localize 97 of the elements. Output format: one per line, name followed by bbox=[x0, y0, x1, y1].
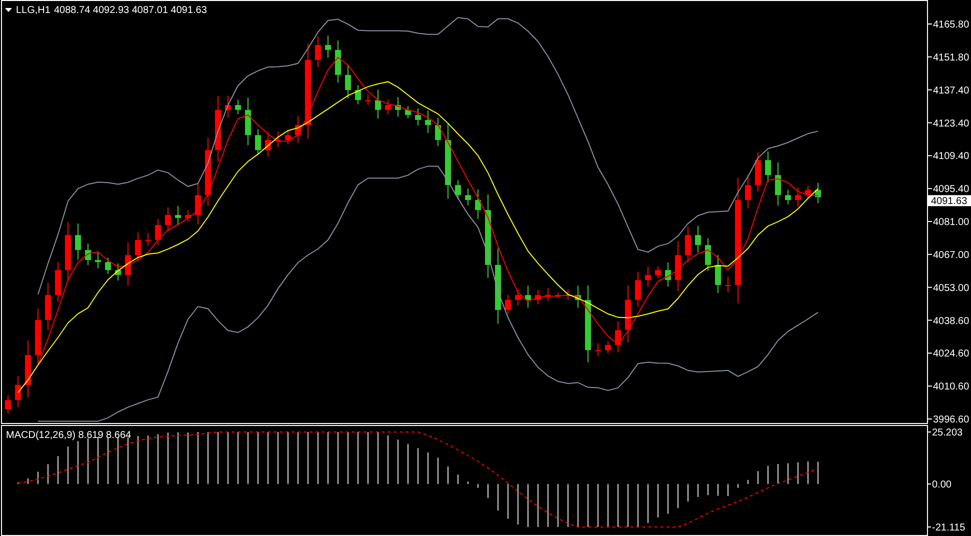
candlestick bbox=[85, 243, 91, 266]
candlestick bbox=[335, 40, 341, 84]
price-axis-label: 4010.60 bbox=[933, 382, 970, 393]
price-axis-label: 4024.60 bbox=[933, 348, 970, 360]
candlestick bbox=[645, 266, 651, 288]
candlestick bbox=[285, 129, 291, 145]
candlestick bbox=[115, 262, 121, 281]
candlestick bbox=[185, 210, 191, 223]
candlestick bbox=[375, 89, 381, 120]
price-axis-label: 4165.80 bbox=[933, 20, 970, 30]
candlestick bbox=[505, 294, 511, 315]
price-axis-label: 4095.40 bbox=[933, 184, 970, 196]
candlestick bbox=[235, 99, 241, 115]
candlestick bbox=[685, 226, 691, 263]
candlestick bbox=[665, 262, 671, 288]
candlestick bbox=[165, 206, 171, 232]
candlestick bbox=[325, 35, 331, 58]
candlestick bbox=[175, 205, 181, 226]
macd-axis-label: 25.203 bbox=[932, 428, 963, 438]
candlestick bbox=[695, 225, 701, 254]
candlestick bbox=[655, 266, 661, 279]
candlestick bbox=[275, 131, 281, 148]
candlestick bbox=[105, 257, 111, 274]
indicator-label: MACD(12,26,9) 8.619 8.664 bbox=[6, 430, 132, 441]
price-axis-label: 4137.40 bbox=[933, 85, 970, 96]
candlestick bbox=[725, 276, 731, 292]
candlestick bbox=[145, 232, 151, 246]
price-axis-label: 4067.00 bbox=[933, 250, 970, 261]
candlestick bbox=[605, 340, 611, 354]
candlestick bbox=[295, 115, 301, 144]
macd-axis-label: 0.00 bbox=[932, 480, 952, 490]
candlestick bbox=[795, 186, 801, 208]
candlestick bbox=[625, 284, 631, 343]
price-axis-label: 4151.80 bbox=[933, 52, 970, 64]
price-axis-label: 4109.40 bbox=[933, 151, 970, 162]
candlestick bbox=[435, 117, 441, 147]
candlestick bbox=[805, 186, 811, 199]
candlestick bbox=[225, 95, 231, 118]
current-price-tag: 4091.63 bbox=[928, 195, 971, 208]
candlestick bbox=[255, 128, 261, 156]
candlestick bbox=[405, 106, 411, 119]
dropdown-triangle-icon bbox=[5, 8, 12, 12]
price-axis-label: 4053.00 bbox=[933, 282, 970, 294]
candlestick bbox=[155, 218, 161, 246]
candlestick bbox=[75, 223, 81, 260]
candlestick bbox=[465, 188, 471, 206]
price-axis-label: 4038.60 bbox=[933, 316, 970, 327]
candlestick bbox=[575, 285, 581, 308]
candlestick bbox=[355, 84, 361, 105]
candlestick bbox=[45, 282, 51, 331]
candlestick bbox=[525, 285, 531, 308]
candlestick bbox=[315, 36, 321, 68]
candlestick bbox=[425, 110, 431, 134]
candlestick bbox=[515, 288, 521, 306]
candlestick bbox=[265, 132, 271, 157]
candlestick bbox=[15, 376, 21, 408]
candlestick bbox=[415, 108, 421, 126]
candlestick bbox=[205, 137, 211, 206]
macd-axis-label: -21.115 bbox=[932, 522, 966, 534]
candlestick bbox=[785, 189, 791, 205]
candlestick bbox=[25, 340, 31, 398]
candlestick bbox=[775, 162, 781, 206]
candlestick bbox=[475, 189, 481, 220]
candlestick bbox=[755, 152, 761, 192]
candlestick bbox=[745, 174, 751, 209]
candlestick bbox=[765, 150, 771, 183]
candlestick bbox=[455, 180, 461, 200]
candlestick bbox=[245, 97, 251, 146]
candlestick bbox=[215, 95, 221, 162]
price-axis-label: 3996.60 bbox=[933, 414, 970, 426]
candlestick bbox=[35, 308, 41, 366]
candlestick bbox=[715, 254, 721, 294]
candlestick bbox=[95, 252, 101, 269]
candlestick bbox=[365, 94, 371, 106]
candlestick bbox=[565, 288, 571, 300]
candlestick bbox=[125, 242, 131, 286]
ohlc-values: 4088.74 4092.93 4087.01 4091.63 bbox=[54, 5, 207, 16]
price-axis-label: 4123.40 bbox=[933, 118, 970, 130]
candlestick bbox=[55, 262, 61, 302]
candlestick bbox=[545, 288, 551, 302]
candlestick bbox=[195, 183, 201, 225]
candlestick bbox=[395, 96, 401, 118]
symbol-label: LLG,H1 bbox=[16, 5, 50, 16]
candlestick bbox=[385, 99, 391, 115]
price-axis-label: 4081.00 bbox=[933, 217, 970, 228]
candlestick bbox=[595, 342, 601, 356]
candlestick bbox=[345, 64, 351, 100]
candlestick bbox=[135, 232, 141, 262]
candlestick bbox=[5, 394, 11, 414]
candlestick bbox=[535, 289, 541, 305]
candlestick bbox=[615, 320, 621, 353]
candlestick bbox=[705, 238, 711, 272]
candlestick bbox=[65, 222, 71, 282]
candlestick bbox=[555, 292, 561, 298]
candlestick bbox=[675, 240, 681, 292]
candlestick bbox=[815, 182, 821, 204]
candlestick bbox=[635, 271, 641, 308]
